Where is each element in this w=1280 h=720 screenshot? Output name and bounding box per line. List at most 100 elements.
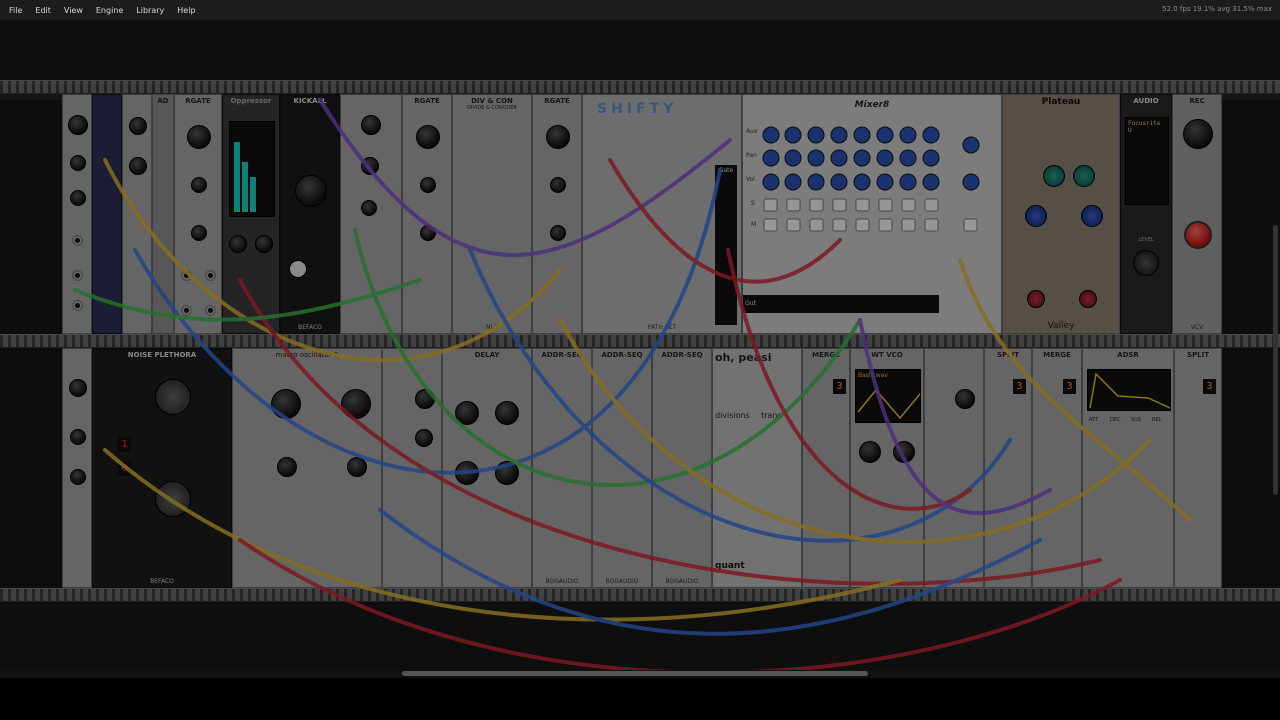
horizontal-scrollbar-track[interactable] bbox=[0, 670, 1280, 678]
res-knob[interactable] bbox=[415, 429, 433, 447]
module-filter-small[interactable] bbox=[122, 94, 152, 334]
clock-div-knob[interactable] bbox=[191, 177, 207, 193]
menu-view[interactable]: View bbox=[57, 6, 89, 15]
module-rgate-3[interactable]: RGATE bbox=[532, 94, 582, 334]
mixer-controls[interactable] bbox=[743, 95, 1002, 255]
module-delay[interactable]: DELAY bbox=[442, 348, 532, 588]
horizontal-scrollbar-thumb[interactable] bbox=[402, 671, 868, 676]
clock-mul-knob[interactable] bbox=[420, 225, 436, 241]
module-sequencer-strip[interactable] bbox=[92, 94, 122, 334]
decay-knob[interactable] bbox=[1081, 205, 1103, 227]
rate-knob[interactable] bbox=[68, 115, 88, 135]
module-rgate-2[interactable]: RGATE bbox=[402, 94, 452, 334]
clock-div-knob[interactable] bbox=[550, 177, 566, 193]
module-audio[interactable]: AUDIO Focusrite U LEVEL bbox=[1120, 94, 1172, 334]
cutoff-knob-a[interactable] bbox=[155, 379, 191, 415]
morph-knob[interactable] bbox=[347, 457, 367, 477]
wt-pos-knob[interactable] bbox=[893, 441, 915, 463]
jack[interactable] bbox=[181, 270, 192, 281]
module-lfo[interactable] bbox=[62, 94, 92, 334]
clock-div-knob[interactable] bbox=[420, 177, 436, 193]
rack-workspace[interactable]: AD RGATE Oppressor KICKALL BEFACO RGATE … bbox=[0, 20, 1280, 670]
module-split-1[interactable]: SPLIT 3 bbox=[984, 348, 1032, 588]
cutoff-knob[interactable] bbox=[415, 389, 435, 409]
rec-gain-knob[interactable] bbox=[1183, 119, 1213, 149]
module-peasi[interactable]: oh, peasi divisions trans quant bbox=[712, 348, 802, 588]
scale-knob[interactable] bbox=[70, 469, 86, 485]
cutoff-knob[interactable] bbox=[955, 389, 975, 409]
module-wt-vco[interactable]: WT VCO Basic.wav bbox=[850, 348, 924, 588]
tune-knob[interactable] bbox=[295, 175, 327, 207]
length-knob[interactable] bbox=[546, 125, 570, 149]
cutoff-knob-b[interactable] bbox=[155, 481, 191, 517]
menu-file[interactable]: File bbox=[0, 6, 28, 15]
res-knob[interactable] bbox=[129, 157, 147, 175]
diffusion-knob[interactable] bbox=[1043, 165, 1065, 187]
module-addr-seq-2[interactable]: ADDR-SEQ BOGAUDIO bbox=[592, 348, 652, 588]
module-merge-1[interactable]: MERGE 3 bbox=[802, 348, 850, 588]
length-knob[interactable] bbox=[416, 125, 440, 149]
module-oppressor[interactable]: Oppressor bbox=[222, 94, 280, 334]
module-rec[interactable]: REC VCV bbox=[1172, 94, 1222, 334]
length-knob[interactable] bbox=[187, 125, 211, 149]
time-knob[interactable] bbox=[455, 401, 479, 425]
fm-knob[interactable] bbox=[361, 200, 377, 216]
menu-engine[interactable]: Engine bbox=[89, 6, 129, 15]
rate-knob[interactable] bbox=[69, 379, 87, 397]
feedback-knob[interactable] bbox=[495, 401, 519, 425]
tone-knob[interactable] bbox=[455, 461, 479, 485]
mix-knob[interactable] bbox=[495, 461, 519, 485]
module-lfo-2[interactable] bbox=[62, 348, 92, 588]
clock-mul-knob[interactable] bbox=[191, 225, 207, 241]
module-title: DIV & CON bbox=[471, 97, 513, 105]
size-knob[interactable] bbox=[1025, 205, 1047, 227]
jack[interactable] bbox=[205, 305, 216, 316]
module-mixer8[interactable]: Mixer8 Aux Pan Vol S M Out bbox=[742, 94, 1002, 334]
module-filter-vcf[interactable] bbox=[340, 94, 402, 334]
module-ad[interactable]: AD bbox=[152, 94, 174, 334]
level-knob[interactable] bbox=[1133, 250, 1159, 276]
frequency-knob[interactable] bbox=[271, 389, 301, 419]
module-addr-seq-1[interactable]: ADDR-SEQ BOGAUDIO bbox=[532, 348, 592, 588]
module-vcf-2[interactable] bbox=[382, 348, 442, 588]
jack[interactable] bbox=[205, 270, 216, 281]
menu-help[interactable]: Help bbox=[170, 6, 201, 15]
menu-edit[interactable]: Edit bbox=[28, 6, 57, 15]
module-split-2[interactable]: SPLIT 3 bbox=[1174, 348, 1222, 588]
module-kickall[interactable]: KICKALL BEFACO bbox=[280, 94, 340, 334]
module-rgate-1[interactable]: RGATE bbox=[174, 94, 222, 334]
jack[interactable] bbox=[72, 300, 83, 311]
res-knob[interactable] bbox=[361, 157, 379, 175]
offset-knob[interactable] bbox=[70, 155, 86, 171]
jack[interactable] bbox=[72, 270, 83, 281]
module-shifty[interactable]: SHIFTY PATH SET Gate bbox=[582, 94, 742, 334]
vertical-scrollbar[interactable] bbox=[1273, 225, 1278, 495]
module-addr-seq-3[interactable]: ADDR-SEQ BOGAUDIO bbox=[652, 348, 712, 588]
bend-knob[interactable] bbox=[289, 260, 307, 278]
sense-knob[interactable] bbox=[229, 235, 247, 253]
module-noise-plethora[interactable]: NOISE PLETHORA 1 0 BEFACO bbox=[92, 348, 232, 588]
clock-mul-knob[interactable] bbox=[550, 225, 566, 241]
range-knob[interactable] bbox=[255, 235, 273, 253]
menu-library[interactable]: Library bbox=[129, 6, 170, 15]
jack[interactable] bbox=[181, 305, 192, 316]
mod-depth-knob[interactable] bbox=[1079, 290, 1097, 308]
audio-device-display[interactable]: Focusrite U bbox=[1125, 117, 1169, 205]
mod-rate-knob[interactable] bbox=[1027, 290, 1045, 308]
record-button[interactable] bbox=[1184, 221, 1212, 249]
pitch-knob[interactable] bbox=[859, 441, 881, 463]
scale-knob[interactable] bbox=[70, 190, 86, 206]
module-plateau[interactable]: Plateau Valley bbox=[1002, 94, 1120, 334]
module-div-con[interactable]: DIV & CON DIVIDE & CONQUER NLC bbox=[452, 94, 532, 334]
cutoff-knob[interactable] bbox=[361, 115, 381, 135]
module-vcf-3[interactable] bbox=[924, 348, 984, 588]
input-filter-knob[interactable] bbox=[1073, 165, 1095, 187]
jack[interactable] bbox=[72, 235, 83, 246]
timbre-knob[interactable] bbox=[277, 457, 297, 477]
offset-knob[interactable] bbox=[70, 429, 86, 445]
module-macro-oscillator[interactable]: macro oscillator 2 bbox=[232, 348, 382, 588]
harmonics-knob[interactable] bbox=[341, 389, 371, 419]
cutoff-knob[interactable] bbox=[129, 117, 147, 135]
module-adsr[interactable]: ADSR ATT DEC SUS REL bbox=[1082, 348, 1174, 588]
module-merge-2[interactable]: MERGE 3 bbox=[1032, 348, 1082, 588]
